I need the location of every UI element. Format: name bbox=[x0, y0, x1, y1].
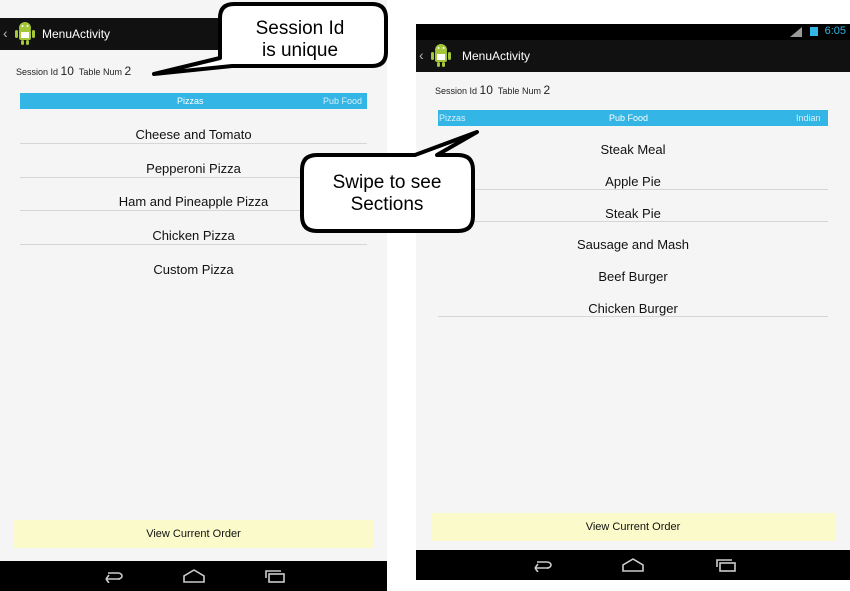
callout-line: Swipe to see bbox=[332, 172, 442, 193]
session-id-label: Session Id bbox=[435, 86, 478, 96]
divider bbox=[438, 316, 828, 317]
tab-pub-food[interactable]: Pub Food bbox=[323, 96, 362, 106]
phone-screen-left: ‹ MenuActivity Session Id 10 Table Num 2… bbox=[0, 0, 387, 591]
view-current-order-button[interactable]: View Current Order bbox=[14, 520, 373, 548]
tab-pizzas[interactable]: Pizzas bbox=[177, 96, 204, 106]
action-bar-right: ‹ MenuActivity bbox=[416, 40, 850, 72]
section-tab-strip[interactable]: Pizzas Pub Food Indian bbox=[438, 110, 828, 126]
navigation-bar-right bbox=[416, 550, 850, 580]
back-nav-icon[interactable] bbox=[529, 558, 553, 572]
swipe-callout-text: Swipe to see Sections bbox=[302, 172, 472, 216]
table-num-label: Table Num bbox=[497, 86, 541, 96]
section-tab-strip[interactable]: Pizzas Pub Food bbox=[20, 93, 367, 109]
home-nav-icon[interactable] bbox=[182, 569, 206, 583]
divider bbox=[20, 244, 367, 245]
table-num-value: 2 bbox=[124, 64, 132, 78]
android-logo-icon bbox=[15, 22, 35, 45]
callout-line: is unique bbox=[261, 40, 339, 61]
clock: 6:05 bbox=[824, 25, 846, 37]
menu-item[interactable]: Beef Burger bbox=[438, 269, 828, 284]
recents-nav-icon[interactable] bbox=[715, 558, 739, 572]
session-id-value: 10 bbox=[479, 83, 493, 97]
session-id-label: Session Id bbox=[16, 67, 59, 77]
menu-item[interactable]: Chicken Burger bbox=[438, 301, 828, 316]
home-nav-icon[interactable] bbox=[621, 558, 645, 572]
session-info: Session Id 10 Table Num 2 bbox=[16, 64, 131, 78]
session-info: Session Id 10 Table Num 2 bbox=[435, 83, 550, 97]
session-id-value: 10 bbox=[60, 64, 74, 78]
session-callout-text: Session Id is unique bbox=[222, 18, 378, 62]
recents-nav-icon[interactable] bbox=[264, 569, 288, 583]
android-logo-icon bbox=[431, 44, 451, 67]
callout-line: Session Id bbox=[255, 18, 345, 39]
divider bbox=[438, 221, 828, 222]
battery-icon bbox=[810, 27, 818, 36]
callout-line: Sections bbox=[350, 194, 424, 215]
app-title: MenuActivity bbox=[42, 27, 111, 41]
phone-screen-right: 6:05 ‹ MenuActivity Session Id 10 Table … bbox=[416, 24, 850, 580]
back-chevron-icon[interactable]: ‹ bbox=[3, 25, 8, 41]
menu-item[interactable]: Custom Pizza bbox=[20, 262, 367, 277]
back-chevron-icon[interactable]: ‹ bbox=[419, 47, 424, 63]
tab-pizzas[interactable]: Pizzas bbox=[439, 113, 466, 123]
divider bbox=[438, 189, 828, 190]
app-title: MenuActivity bbox=[462, 49, 531, 63]
menu-item[interactable]: Apple Pie bbox=[438, 174, 828, 189]
menu-item[interactable]: Steak Pie bbox=[438, 206, 828, 221]
view-current-order-button[interactable]: View Current Order bbox=[431, 513, 835, 541]
tab-pub-food[interactable]: Pub Food bbox=[609, 113, 648, 123]
table-num-label: Table Num bbox=[78, 67, 122, 77]
menu-item[interactable]: Steak Meal bbox=[438, 142, 828, 157]
tab-indian[interactable]: Indian bbox=[796, 113, 821, 123]
back-nav-icon[interactable] bbox=[100, 569, 124, 583]
wifi-signal-icon bbox=[790, 27, 802, 37]
status-bar: 6:05 bbox=[416, 24, 850, 40]
navigation-bar-left bbox=[0, 561, 387, 591]
menu-item[interactable]: Sausage and Mash bbox=[438, 237, 828, 252]
table-num-value: 2 bbox=[543, 83, 551, 97]
